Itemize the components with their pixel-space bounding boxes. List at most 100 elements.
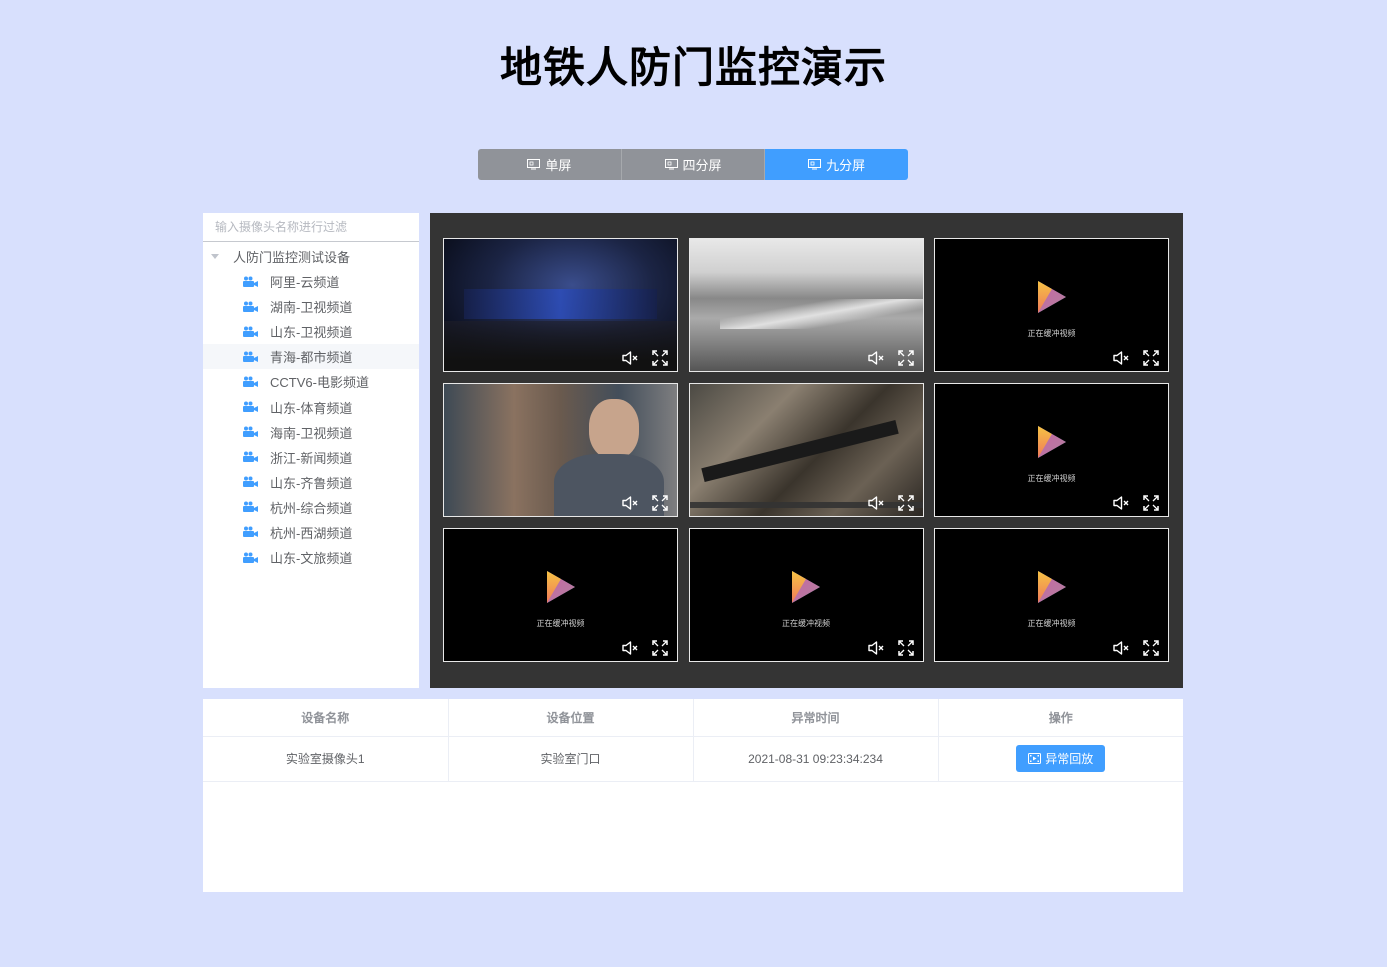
video-camera-icon <box>243 526 270 538</box>
video-camera-icon <box>243 351 270 363</box>
camera-tree-item[interactable]: 杭州-西湖频道 <box>203 520 419 545</box>
video-player[interactable]: 正在缓冲视频 <box>443 528 678 662</box>
layout-switch: 单屏 四分屏 九分屏 <box>478 149 908 180</box>
video-camera-icon <box>243 451 270 463</box>
video-player[interactable]: 正在缓冲视频 <box>934 528 1169 662</box>
video-camera-icon <box>243 501 270 513</box>
play-logo-icon <box>790 569 822 605</box>
video-camera-icon <box>243 552 270 564</box>
video-camera-icon <box>243 426 270 438</box>
camera-tree-item-label: CCTV6-电影频道 <box>270 375 369 391</box>
buffering-text: 正在缓冲视频 <box>782 619 830 628</box>
fullscreen-icon[interactable] <box>1142 494 1160 512</box>
fullscreen-icon[interactable] <box>1142 639 1160 657</box>
fullscreen-icon[interactable] <box>651 494 669 512</box>
play-logo-icon <box>1036 424 1068 460</box>
camera-tree-item[interactable]: 山东-文旅频道 <box>203 545 419 570</box>
video-player[interactable] <box>688 383 924 517</box>
mute-icon[interactable] <box>867 494 885 512</box>
video-frame <box>444 384 677 516</box>
camera-tree-item[interactable]: 浙江-新闻频道 <box>203 445 419 470</box>
video-player[interactable]: 正在缓冲视频 <box>934 383 1169 517</box>
nine-screen-label: 九分屏 <box>826 158 866 173</box>
quad-screen-label: 四分屏 <box>682 158 722 173</box>
buffering-text: 正在缓冲视频 <box>536 619 585 628</box>
monitor-icon <box>664 159 678 170</box>
camera-tree-item[interactable]: 海南-卫视频道 <box>203 420 419 445</box>
camera-tree-item-label: 山东-齐鲁频道 <box>270 475 353 491</box>
video-camera-icon <box>243 476 270 488</box>
camera-tree-item-label: 杭州-综合频道 <box>270 500 353 516</box>
tree-root-node[interactable]: 人防门监控测试设备 <box>203 244 419 269</box>
mute-icon[interactable] <box>621 349 639 367</box>
mute-icon[interactable] <box>621 639 639 657</box>
video-wall: 正在缓冲视频 正在缓冲视频 正在缓冲视频 正在缓冲视频 正在缓冲视频 <box>430 213 1183 688</box>
buffering-text: 正在缓冲视频 <box>1027 329 1076 338</box>
video-replay-icon <box>1028 753 1042 764</box>
video-player[interactable] <box>443 238 678 372</box>
video-frame <box>689 239 923 371</box>
video-frame <box>444 239 677 371</box>
video-player[interactable]: 正在缓冲视频 <box>688 528 924 662</box>
fullscreen-icon[interactable] <box>897 494 915 512</box>
column-header: 设备名称 <box>203 699 449 737</box>
video-player[interactable] <box>443 383 678 517</box>
abnormal-playback-label: 异常回放 <box>1045 752 1094 766</box>
mute-icon[interactable] <box>1112 349 1130 367</box>
camera-tree-item-label: 浙江-新闻频道 <box>270 450 353 466</box>
page-title: 地铁人防门监控演示 <box>499 44 887 91</box>
camera-tree-item[interactable]: 山东-齐鲁频道 <box>203 470 419 495</box>
fullscreen-icon[interactable] <box>897 639 915 657</box>
camera-tree-panel: 人防门监控测试设备 阿里-云频道湖南-卫视频道山东-卫视频道青海-都市频道 CCT… <box>203 213 419 688</box>
video-camera-icon <box>243 401 270 413</box>
nine-screen-button[interactable]: 九分屏 <box>765 149 908 180</box>
camera-tree-item[interactable]: 杭州-综合频道 <box>203 495 419 520</box>
device-name-cell: 实验室摄像头1 <box>203 736 449 782</box>
mute-icon[interactable] <box>1112 639 1130 657</box>
camera-tree-item-label: 海南-卫视频道 <box>270 425 353 441</box>
single-screen-label: 单屏 <box>545 158 572 173</box>
single-screen-button[interactable]: 单屏 <box>478 149 622 180</box>
column-header: 设备位置 <box>448 699 694 737</box>
column-header: 操作 <box>938 699 1183 737</box>
camera-tree-item-label: 山东-卫视频道 <box>270 325 353 341</box>
camera-filter-input[interactable] <box>203 213 419 242</box>
mute-icon[interactable] <box>621 494 639 512</box>
camera-tree-item-label: 山东-文旅频道 <box>270 551 353 567</box>
play-logo-icon <box>1036 569 1068 605</box>
play-logo-icon <box>545 569 577 605</box>
camera-tree-item[interactable]: 青海-都市频道 <box>203 344 419 370</box>
video-grid: 正在缓冲视频 正在缓冲视频 正在缓冲视频 正在缓冲视频 正在缓冲视频 <box>443 238 1169 662</box>
monitor-icon <box>527 159 541 170</box>
abnormal-playback-button[interactable]: 异常回放 <box>1016 745 1106 772</box>
video-camera-icon <box>243 276 270 288</box>
camera-tree-item[interactable]: 湖南-卫视频道 <box>203 294 419 319</box>
mute-icon[interactable] <box>867 349 885 367</box>
mute-icon[interactable] <box>1112 494 1130 512</box>
video-frame <box>689 384 923 516</box>
camera-tree-item[interactable]: 阿里-云频道 <box>203 269 419 294</box>
camera-tree-item-label: 青海-都市频道 <box>270 350 353 366</box>
camera-tree-item[interactable]: 山东-卫视频道 <box>203 319 419 344</box>
buffering-text: 正在缓冲视频 <box>1027 619 1076 628</box>
fullscreen-icon[interactable] <box>1142 349 1160 367</box>
alarm-table-panel: 设备名称 设备位置 异常时间 操作 实验室摄像头1 实验室门口 2021-08-… <box>203 699 1183 892</box>
camera-tree-item[interactable]: 山东-体育频道 <box>203 394 419 419</box>
caret-down-icon[interactable] <box>211 254 219 259</box>
video-player[interactable] <box>688 238 924 372</box>
table-row: 实验室摄像头1 实验室门口 2021-08-31 09:23:34:234 异常… <box>203 736 1183 782</box>
fullscreen-icon[interactable] <box>897 349 915 367</box>
camera-tree-item-label: 山东-体育频道 <box>270 400 353 416</box>
mute-icon[interactable] <box>867 639 885 657</box>
camera-tree-item-label: 阿里-云频道 <box>270 275 340 291</box>
camera-tree-item-label: 湖南-卫视频道 <box>270 300 353 316</box>
alarm-table: 设备名称 设备位置 异常时间 操作 实验室摄像头1 实验室门口 2021-08-… <box>203 699 1183 782</box>
column-header: 异常时间 <box>693 699 939 737</box>
quad-screen-button[interactable]: 四分屏 <box>621 149 766 180</box>
fullscreen-icon[interactable] <box>651 639 669 657</box>
video-player[interactable]: 正在缓冲视频 <box>934 238 1169 372</box>
play-logo-icon <box>1036 279 1068 315</box>
device-location-cell: 实验室门口 <box>448 736 694 782</box>
fullscreen-icon[interactable] <box>651 349 669 367</box>
camera-tree-item[interactable]: CCTV6-电影频道 <box>203 369 419 394</box>
